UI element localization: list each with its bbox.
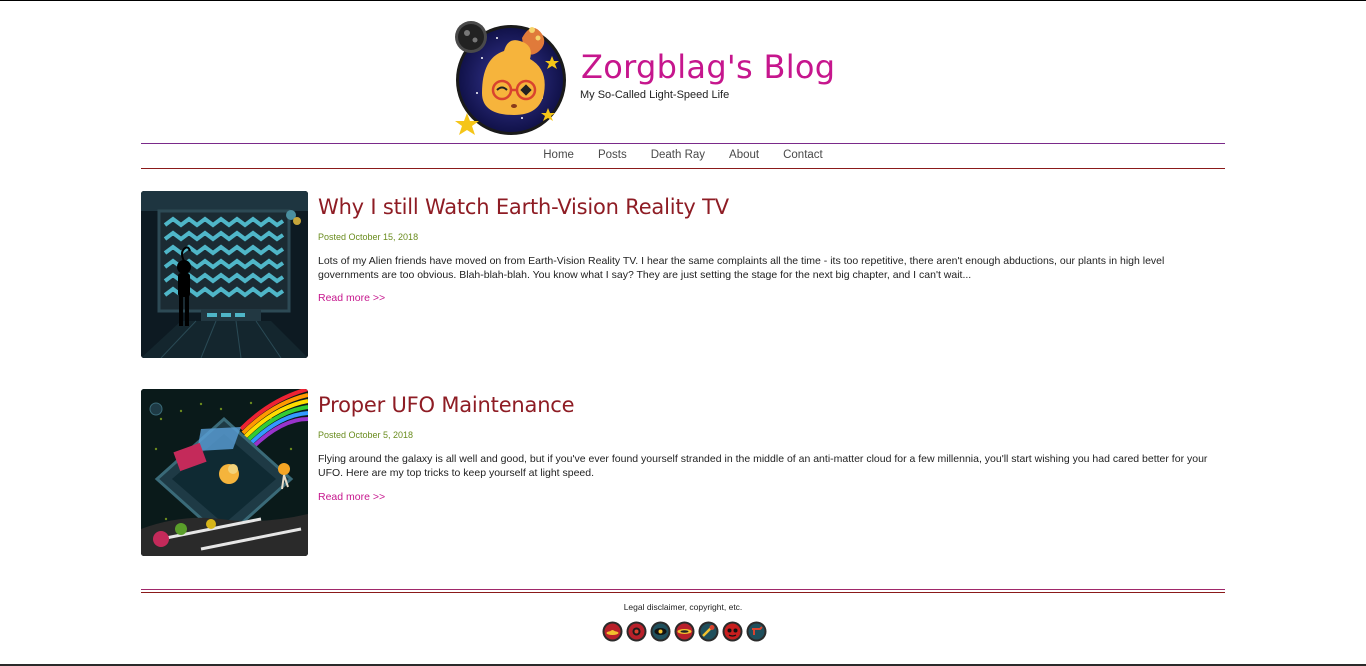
nav-item-about[interactable]: About xyxy=(729,149,759,165)
post-excerpt: Flying around the galaxy is all well and… xyxy=(318,453,1208,479)
main-nav: Home Posts Death Ray About Contact xyxy=(141,149,1225,165)
read-more-link[interactable]: Read more >> xyxy=(318,491,385,503)
site-header: Zorgblag's Blog My So-Called Light-Speed… xyxy=(452,18,835,138)
footer-divider xyxy=(141,592,1225,593)
nav-item-home[interactable]: Home xyxy=(543,149,574,165)
nav-divider-bottom xyxy=(141,168,1225,169)
post-excerpt: Lots of my Alien friends have moved on f… xyxy=(318,255,1165,281)
eye-icon[interactable] xyxy=(650,621,671,642)
nav-item-posts[interactable]: Posts xyxy=(598,149,627,165)
ray-gun-icon[interactable] xyxy=(746,621,767,642)
nav-item-contact[interactable]: Contact xyxy=(783,149,823,165)
post-date: Posted October 5, 2018 xyxy=(318,430,414,440)
footer-legal-text: Legal disclaimer, copyright, etc. xyxy=(623,602,743,612)
post-thumbnail-image[interactable] xyxy=(141,389,308,556)
spaceship-icon[interactable] xyxy=(674,621,695,642)
site-title[interactable]: Zorgblag's Blog xyxy=(581,48,835,86)
footer-divider xyxy=(141,589,1225,590)
nav-divider-top xyxy=(141,143,1225,144)
alien-face-icon[interactable] xyxy=(722,621,743,642)
alien-logo-icon[interactable] xyxy=(452,18,570,136)
site-tagline: My So-Called Light-Speed Life xyxy=(580,89,730,101)
ufo-icon[interactable] xyxy=(602,621,623,642)
social-icons xyxy=(602,621,767,642)
comet-icon[interactable] xyxy=(698,621,719,642)
post-title[interactable]: Why I still Watch Earth-Vision Reality T… xyxy=(318,195,729,219)
read-more-link[interactable]: Read more >> xyxy=(318,292,385,304)
nav-item-death-ray[interactable]: Death Ray xyxy=(651,149,705,165)
post-date: Posted October 15, 2018 xyxy=(318,232,419,242)
post-title[interactable]: Proper UFO Maintenance xyxy=(318,393,575,417)
planet-icon[interactable] xyxy=(626,621,647,642)
post-thumbnail-image[interactable] xyxy=(141,191,308,358)
